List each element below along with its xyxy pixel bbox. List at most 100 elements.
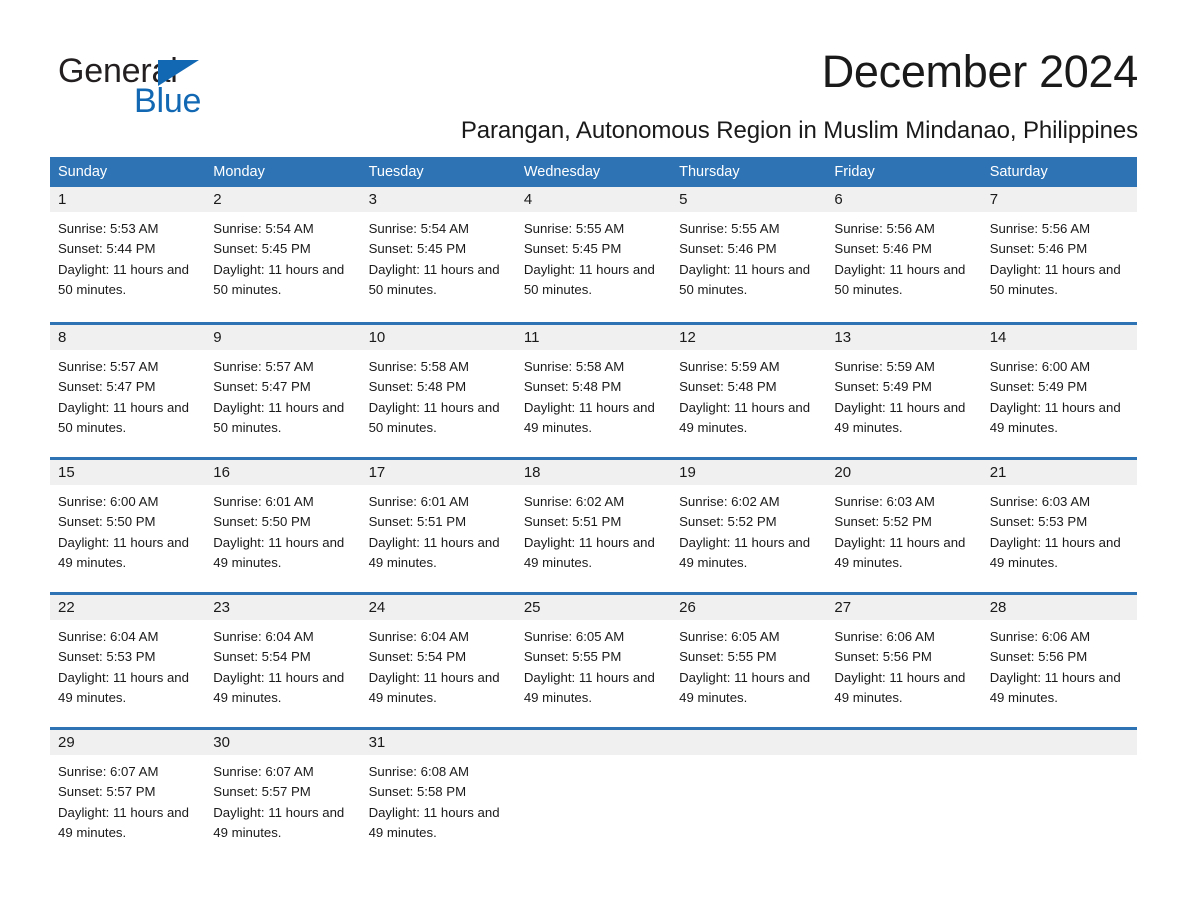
calendar-day-cell[interactable]: 17 Sunrise: 6:01 AM Sunset: 5:51 PM Dayligh…	[360, 460, 516, 592]
sunset-text: Sunset: 5:51 PM	[523, 514, 622, 530]
daylight-text: Daylight: 11 hours and 49 minutes.	[679, 399, 811, 435]
sunset-text: Sunset: 5:54 PM	[213, 649, 311, 665]
calendar-day-cell[interactable]: 1 Sunrise: 5:53 AM Sunset: 5:44 PM Daylight…	[50, 187, 206, 322]
daylight-text: Daylight: 11 hours and 50 minutes.	[368, 399, 500, 435]
calendar-day-cell[interactable]: 27 Sunrise: 6:06 AM Sunset: 5:56 PM Dayligh…	[826, 595, 982, 727]
day-number-band	[671, 730, 827, 755]
calendar-day-cell[interactable]: 12 Sunrise: 5:59 AM Sunset: 5:48 PM Dayligh…	[671, 325, 827, 457]
calendar-day-cell[interactable]: 8 Sunrise: 5:57 AM Sunset: 5:47 PM Daylight…	[50, 325, 206, 457]
calendar-day-cell-empty	[671, 730, 827, 862]
calendar-day-cell[interactable]: 4 Sunrise: 5:55 AM Sunset: 5:45 PM Daylight…	[515, 187, 672, 322]
calendar-day-cell[interactable]: 31 Sunrise: 6:08 AM Sunset: 5:58 PM Dayligh…	[360, 730, 516, 862]
generalblue-logo[interactable]: General Blue	[58, 52, 318, 120]
daylight-text: Daylight: 11 hours and 49 minutes.	[213, 669, 345, 705]
calendar-day-cell[interactable]: 24 Sunrise: 6:04 AM Sunset: 5:54 PM Dayligh…	[360, 595, 516, 727]
calendar-day-cell[interactable]: 16 Sunrise: 6:01 AM Sunset: 5:50 PM Dayligh…	[205, 460, 361, 592]
sunset-text: Sunset: 5:57 PM	[58, 784, 156, 800]
daylight-text: Daylight: 11 hours and 49 minutes.	[679, 669, 811, 705]
day-number-band: 17	[360, 460, 516, 485]
calendar-day-cell[interactable]: 23 Sunrise: 6:04 AM Sunset: 5:54 PM Dayligh…	[205, 595, 361, 727]
sunrise-text: Sunrise: 5:58 AM	[368, 359, 469, 374]
calendar-day-cell[interactable]: 15 Sunrise: 6:00 AM Sunset: 5:50 PM Dayligh…	[50, 460, 206, 592]
calendar-day-cell[interactable]: 28 Sunrise: 6:06 AM Sunset: 5:56 PM Dayligh…	[981, 595, 1137, 727]
sunset-text: Sunset: 5:52 PM	[834, 514, 932, 530]
sunset-text: Sunset: 5:55 PM	[679, 649, 777, 665]
day-number: 4	[523, 191, 533, 208]
calendar-day-cell[interactable]: 20 Sunrise: 6:03 AM Sunset: 5:52 PM Dayligh…	[826, 460, 982, 592]
day-number: 31	[368, 734, 386, 751]
calendar-day-cell[interactable]: 5 Sunrise: 5:55 AM Sunset: 5:46 PM Daylight…	[671, 187, 827, 322]
page-title: December 2024	[821, 46, 1139, 97]
day-number-band: 29	[50, 730, 206, 755]
calendar-day-cell[interactable]: 9 Sunrise: 5:57 AM Sunset: 5:47 PM Daylight…	[205, 325, 361, 457]
day-number-band: 3	[360, 187, 516, 212]
calendar-day-cell[interactable]: 6 Sunrise: 5:56 AM Sunset: 5:46 PM Daylight…	[826, 187, 982, 322]
calendar-week-row: 1 Sunrise: 5:53 AM Sunset: 5:44 PM Daylight…	[50, 187, 1137, 322]
day-number: 8	[58, 329, 67, 346]
sunrise-text: Sunrise: 5:53 AM	[58, 221, 159, 236]
daylight-text: Daylight: 11 hours and 49 minutes.	[989, 669, 1121, 705]
sunrise-text: Sunrise: 6:04 AM	[213, 629, 314, 644]
daylight-text: Daylight: 11 hours and 50 minutes.	[989, 261, 1121, 297]
sunset-text: Sunset: 5:52 PM	[679, 514, 777, 530]
day-number-band: 15	[50, 460, 206, 485]
daylight-text: Daylight: 11 hours and 49 minutes.	[368, 804, 500, 840]
day-details: Sunrise: 6:01 AM Sunset: 5:51 PM Daylight:…	[361, 485, 516, 573]
daylight-text: Daylight: 11 hours and 49 minutes.	[834, 669, 966, 705]
day-number: 25	[523, 599, 541, 616]
calendar-day-cell[interactable]: 2 Sunrise: 5:54 AM Sunset: 5:45 PM Daylight…	[205, 187, 361, 322]
day-number: 16	[213, 464, 230, 481]
calendar-day-cell[interactable]: 14 Sunrise: 6:00 AM Sunset: 5:49 PM Dayligh…	[981, 325, 1137, 457]
day-details: Sunrise: 6:00 AM Sunset: 5:49 PM Daylight:…	[982, 350, 1137, 438]
calendar-day-cell[interactable]: 30 Sunrise: 6:07 AM Sunset: 5:57 PM Dayligh…	[205, 730, 361, 862]
daylight-text: Daylight: 11 hours and 50 minutes.	[368, 261, 500, 297]
calendar-day-cell[interactable]: 29 Sunrise: 6:07 AM Sunset: 5:57 PM Dayligh…	[50, 730, 206, 862]
calendar-day-cell[interactable]: 13 Sunrise: 5:59 AM Sunset: 5:49 PM Dayligh…	[826, 325, 982, 457]
sunrise-text: Sunrise: 6:02 AM	[679, 494, 780, 509]
day-details: Sunrise: 6:06 AM Sunset: 5:56 PM Daylight:…	[982, 620, 1137, 708]
weekday-header-monday: Monday	[213, 164, 265, 180]
calendar-day-cell[interactable]: 7 Sunrise: 5:56 AM Sunset: 5:46 PM Daylight…	[981, 187, 1137, 322]
daylight-text: Daylight: 11 hours and 49 minutes.	[834, 534, 966, 570]
calendar-day-cell[interactable]: 22 Sunrise: 6:04 AM Sunset: 5:53 PM Dayligh…	[50, 595, 206, 727]
calendar-week-row: 22 Sunrise: 6:04 AM Sunset: 5:53 PM Dayligh…	[50, 592, 1137, 727]
day-number: 29	[58, 734, 75, 751]
sunset-text: Sunset: 5:50 PM	[213, 514, 311, 530]
daylight-text: Daylight: 11 hours and 50 minutes.	[213, 399, 345, 435]
day-number-band: 21	[981, 460, 1137, 485]
calendar-day-cell[interactable]: 19 Sunrise: 6:02 AM Sunset: 5:52 PM Dayligh…	[671, 460, 827, 592]
daylight-text: Daylight: 11 hours and 50 minutes.	[523, 261, 655, 297]
day-number: 24	[368, 599, 386, 616]
sunrise-text: Sunrise: 6:07 AM	[213, 764, 314, 779]
calendar-day-cell[interactable]: 10 Sunrise: 5:58 AM Sunset: 5:48 PM Dayligh…	[360, 325, 516, 457]
day-number: 22	[58, 599, 75, 616]
sunset-text: Sunset: 5:45 PM	[523, 241, 622, 257]
day-details: Sunrise: 6:05 AM Sunset: 5:55 PM Daylight:…	[516, 620, 671, 708]
day-number: 6	[834, 191, 843, 208]
day-number: 21	[989, 464, 1007, 481]
day-number: 15	[58, 464, 75, 481]
day-number-band: 14	[981, 325, 1137, 350]
day-number: 19	[679, 464, 696, 481]
day-number-band: 6	[826, 187, 982, 212]
calendar-day-cell-empty	[826, 730, 982, 862]
day-number-band: 2	[205, 187, 361, 212]
daylight-text: Daylight: 11 hours and 49 minutes.	[368, 534, 500, 570]
sunrise-text: Sunrise: 5:57 AM	[213, 359, 314, 374]
weekday-header-wednesday: Wednesday	[523, 164, 601, 180]
sunrise-text: Sunrise: 5:59 AM	[679, 359, 780, 374]
sunrise-text: Sunrise: 6:02 AM	[523, 494, 625, 509]
day-number-band: 4	[515, 187, 672, 212]
calendar-day-cell[interactable]: 18 Sunrise: 6:02 AM Sunset: 5:51 PM Dayligh…	[515, 460, 672, 592]
day-details: Sunrise: 5:57 AM Sunset: 5:47 PM Daylight:…	[205, 350, 360, 438]
calendar-day-cell[interactable]: 21 Sunrise: 6:03 AM Sunset: 5:53 PM Dayligh…	[981, 460, 1137, 592]
sunrise-text: Sunrise: 5:58 AM	[523, 359, 625, 374]
calendar-day-cell[interactable]: 25 Sunrise: 6:05 AM Sunset: 5:55 PM Dayligh…	[515, 595, 672, 727]
calendar-day-cell[interactable]: 3 Sunrise: 5:54 AM Sunset: 5:45 PM Daylight…	[360, 187, 516, 322]
daylight-text: Daylight: 11 hours and 49 minutes.	[213, 534, 345, 570]
sunrise-text: Sunrise: 5:59 AM	[834, 359, 935, 374]
calendar-day-cell[interactable]: 11 Sunrise: 5:58 AM Sunset: 5:48 PM Dayligh…	[515, 325, 672, 457]
sunset-text: Sunset: 5:45 PM	[213, 241, 311, 257]
day-details: Sunrise: 5:59 AM Sunset: 5:48 PM Daylight:…	[671, 350, 826, 438]
calendar-day-cell[interactable]: 26 Sunrise: 6:05 AM Sunset: 5:55 PM Dayligh…	[671, 595, 827, 727]
